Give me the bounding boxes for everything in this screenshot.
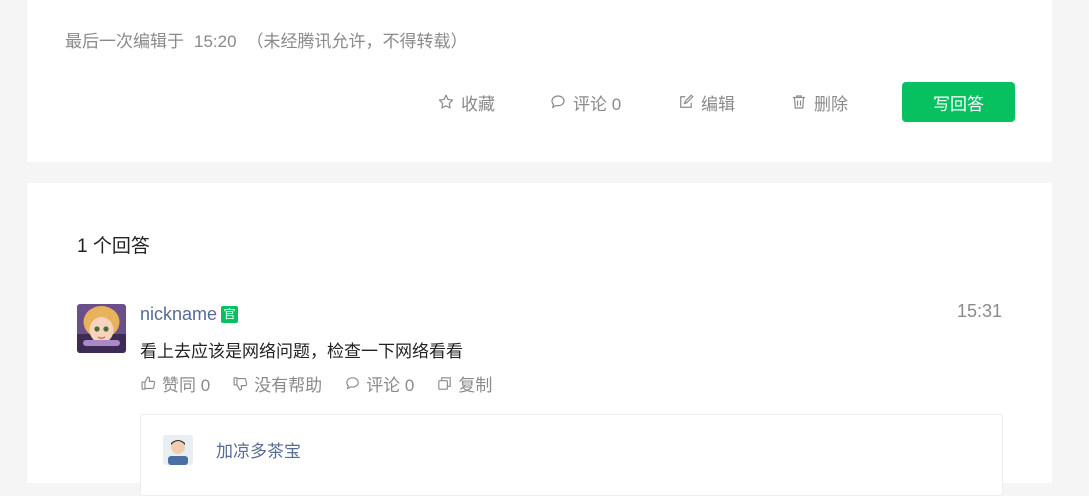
copyright-note: （未经腾讯允许，不得转载） (246, 32, 468, 51)
avatar[interactable] (77, 304, 126, 353)
like-button[interactable]: 赞同 0 (140, 371, 210, 395)
reply-nickname[interactable]: 加凉多茶宝 (216, 437, 301, 462)
write-answer-button[interactable]: 写回答 (902, 82, 1015, 122)
copy-label: 复制 (458, 375, 493, 395)
official-badge: 官 (221, 306, 239, 323)
reply-avatar[interactable] (163, 435, 193, 465)
delete-label: 删除 (814, 94, 848, 114)
answer-author: nickname 官 (140, 304, 239, 325)
question-actions: 收藏 评论 0 编辑 删除 写回答 (27, 82, 1052, 122)
edited-time: 15:20 (194, 32, 237, 51)
star-icon (438, 94, 454, 109)
comment-label: 评论 0 (573, 94, 622, 114)
comment-button[interactable]: 评论 0 (549, 82, 621, 122)
comment-icon (346, 376, 359, 390)
reply-avatar-image (163, 435, 193, 465)
answer-actions: 赞同 0 没有帮助 评论 0 复制 (140, 371, 492, 395)
answers-card: 1 个回答 nickname 官 15:31 看上去应该是网络问题，检查一下网络… (27, 183, 1052, 496)
answer-time: 15:31 (956, 301, 1002, 321)
unhelpful-button[interactable]: 没有帮助 (232, 371, 322, 395)
thumbs-up-icon (141, 376, 156, 390)
favorite-button[interactable]: 收藏 (437, 82, 495, 122)
answers-count-title: 1 个回答 (77, 236, 150, 257)
like-label: 赞同 0 (162, 375, 211, 395)
author-nickname[interactable]: nickname (140, 304, 217, 325)
copy-button[interactable]: 复制 (436, 371, 492, 395)
comment-icon (551, 95, 565, 109)
last-edited-info: 最后一次编辑于 15:20 （未经腾讯允许，不得转载） (65, 27, 468, 52)
unhelpful-label: 没有帮助 (254, 375, 323, 395)
question-card: 最后一次编辑于 15:20 （未经腾讯允许，不得转载） 收藏 评论 0 编辑 删除 … (27, 0, 1052, 162)
edit-label: 编辑 (701, 94, 735, 114)
favorite-label: 收藏 (461, 94, 495, 114)
thumbs-down-icon (233, 376, 248, 390)
trash-icon (793, 95, 805, 109)
edit-button[interactable]: 编辑 (677, 82, 735, 122)
delete-button[interactable]: 删除 (790, 82, 848, 122)
edited-label: 最后一次编辑于 (65, 32, 184, 51)
answer-content: 看上去应该是网络问题，检查一下网络看看 (140, 342, 463, 361)
answer-comment-label: 评论 0 (366, 375, 415, 395)
reply-box: 加凉多茶宝 (140, 414, 1003, 496)
answer-comment-button[interactable]: 评论 0 (344, 371, 414, 395)
edit-icon (680, 94, 694, 108)
copy-icon (438, 376, 452, 390)
avatar-image (77, 304, 126, 353)
